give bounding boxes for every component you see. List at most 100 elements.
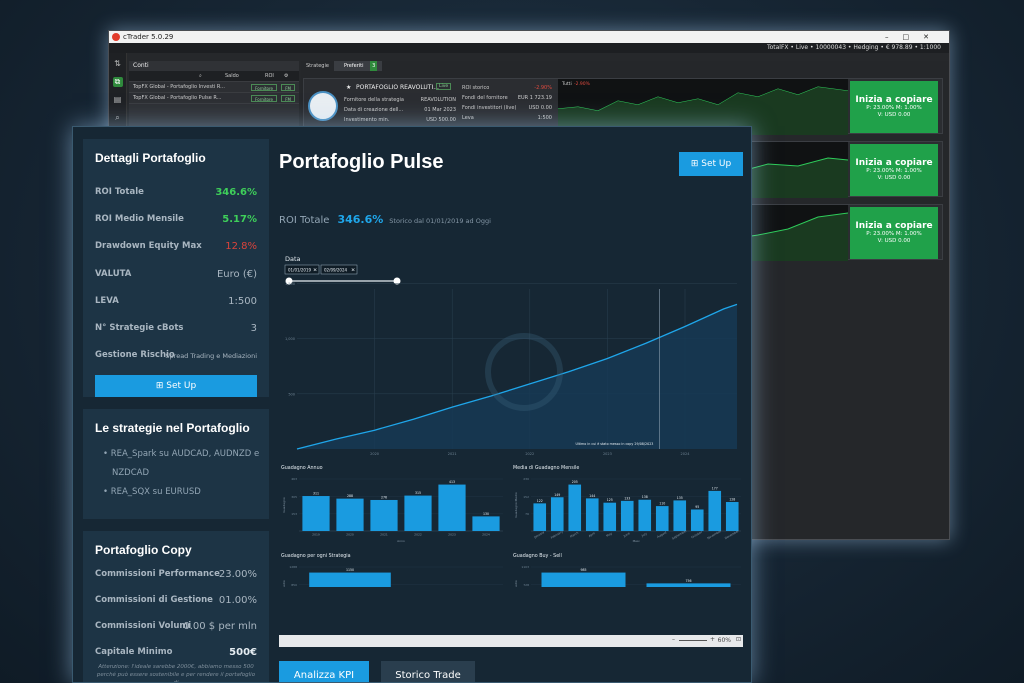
account-name: TopFX Global - Portafoglio Investi R... <box>133 84 225 90</box>
y-tick-label: 1103 <box>521 565 529 569</box>
bar-value-label: 413 <box>449 480 455 484</box>
zoom-in-icon[interactable]: + <box>710 636 715 643</box>
y-tick-label: 230 <box>523 477 529 481</box>
y-tick-label: 728 <box>523 583 529 587</box>
y-tick-label: 152 <box>523 495 529 499</box>
copy-icon[interactable]: ⧉ <box>112 77 123 87</box>
tab-preferiti[interactable]: Preferiti 3 <box>333 61 383 71</box>
account-tag: Fornitore <box>251 95 277 102</box>
copy-key: Capitale Minimo <box>95 647 173 657</box>
copy-button-label: Inizia a copiare <box>855 221 933 231</box>
bar-value-label: 144 <box>589 494 595 498</box>
strategies-box: Le strategie nel Portafoglio • REA_Spark… <box>83 409 269 519</box>
x-tick-label: 2019 <box>312 533 320 537</box>
avatar <box>308 91 338 121</box>
detail-key: Investimento min. <box>344 117 390 123</box>
bar-value-label: 311 <box>313 492 319 496</box>
accounts-search[interactable]: ⌕ Saldo ROI ⚙ <box>129 71 299 82</box>
bar <box>638 499 652 531</box>
setup-label: Set Up <box>701 159 732 169</box>
close-icon[interactable]: ✕ <box>351 268 355 274</box>
detail-value: Spread Trading e Mediazioni <box>165 352 257 360</box>
count-badge: 3 <box>370 61 378 71</box>
y-tick-label: 1,000 <box>285 337 295 341</box>
copy-row: Commissioni di Gestione 01.00% <box>95 595 257 607</box>
account-row[interactable]: TopFX Global - Portafoglio Pulse R... Fo… <box>129 93 299 104</box>
trade-icon[interactable]: ⇅ <box>113 59 123 69</box>
copy-key: Commissioni Volumi <box>95 621 192 631</box>
bar <box>603 502 617 531</box>
bar <box>541 572 626 587</box>
bar <box>690 509 704 531</box>
window-controls[interactable]: –□✕ <box>885 31 943 43</box>
chart-title: Guadagno per ogni Strategia <box>281 553 351 559</box>
bar-value-label: 985 <box>580 568 586 572</box>
copy-value: 0.00 $ per mln <box>183 621 257 632</box>
strategy-name: PORTAFOGLIO REAVOLUTI... <box>356 84 439 91</box>
y-axis-label: Guadagno Medio <box>514 580 518 587</box>
bar-value-label: 130 <box>483 512 489 516</box>
x-tick-label: 2021 <box>448 452 457 456</box>
analyze-kpi-button[interactable]: Analizza KPI <box>279 661 369 682</box>
account-row[interactable]: TopFX Global - Portafoglio Investi R... … <box>129 82 299 93</box>
detail-value: Euro (€) <box>216 269 257 280</box>
bar <box>568 484 582 531</box>
list-item: • REA_SQX su EURUSD <box>103 487 201 497</box>
copy-button-label: Inizia a copiare <box>855 95 933 105</box>
bar-value-label: 122 <box>537 499 543 503</box>
x-tick-label: June <box>622 531 631 538</box>
search-icon: ⌕ <box>199 73 202 79</box>
bar <box>309 572 391 587</box>
bar <box>550 497 564 531</box>
star-icon[interactable]: ★ <box>346 84 351 91</box>
start-copy-button[interactable]: Inizia a copiare P: 23.00% M: 1.00% V: U… <box>850 81 938 133</box>
account-tag: FM <box>281 84 295 91</box>
zoom-out-icon[interactable]: – <box>672 636 675 643</box>
detail-key: ROI Totale <box>95 187 144 197</box>
accounts-header: Conti <box>129 61 299 71</box>
main-setup-button[interactable]: ⊞ Set Up <box>679 152 743 176</box>
tab-strategie[interactable]: Strategie <box>301 61 334 71</box>
y-axis-label: Guadagno <box>282 497 286 513</box>
bar <box>404 495 432 531</box>
ctrader-tabs: Strategie Preferiti 3 <box>301 61 949 71</box>
account-tag: FM <box>281 95 295 102</box>
copy-box: Portafoglio Copy Commissioni Performance… <box>83 531 269 682</box>
gear-icon[interactable]: ⚙ <box>284 71 288 82</box>
strategy-item: NZDCAD <box>112 468 150 478</box>
chart-icon[interactable]: ▤ <box>113 95 123 105</box>
plus-square-icon: ⊞ <box>690 159 699 169</box>
detail-value: 5.17% <box>222 214 257 225</box>
copy-row: Commissioni Volumi 0.00 $ per mln <box>95 621 257 633</box>
detail-key: VALUTA <box>95 269 132 279</box>
trade-history-button[interactable]: Storico Trade <box>381 661 475 682</box>
col-balance: Saldo <box>225 73 239 79</box>
detail-row: LEVA 1:500 <box>95 296 257 308</box>
strategy-item: REA_SQX su EURUSD <box>110 487 201 497</box>
detail-value: REAVOLUTION <box>420 97 456 103</box>
bar <box>438 484 466 531</box>
details-setup-button[interactable]: ⊞ Set Up <box>95 375 257 397</box>
account-name: TopFX Global - Portafoglio Pulse R... <box>133 95 222 101</box>
equity-area-chart: 1,500 1,000 500 2020 2021 2022 2023 2024 Ultimo … <box>285 282 738 456</box>
x-tick-label: May <box>606 531 614 538</box>
bar-value-label: 128 <box>729 498 735 502</box>
search-icon[interactable]: ⌕ <box>113 113 123 123</box>
roi-summary: ROI Totale 346.6% Storico dal 01/01/2019 a… <box>279 213 491 226</box>
detail-value: USD 500.00 <box>426 117 456 123</box>
detail-value: -2.90% <box>534 85 552 91</box>
dashboard-charts: Data 01/01/2019 ✕ 02/09/2024 ✕ 1,500 1,00… <box>281 255 741 587</box>
window-titlebar: cTrader 5.0.29 –□✕ <box>109 31 949 43</box>
fit-page-icon[interactable]: ⊡ <box>736 636 741 643</box>
chart-title: Guadagno Annuo <box>281 465 323 471</box>
start-copy-button[interactable]: Inizia a copiare P: 23.00% M: 1.00% V: U… <box>850 144 938 196</box>
x-axis-label: Mesi <box>633 539 640 543</box>
chart-title: Media di Guadagno Mensile <box>513 465 579 471</box>
copy-fees: P: 23.00% M: 1.00% <box>866 231 922 237</box>
copy-row: Capitale Minimo 500€ <box>95 647 257 659</box>
copy-row: Commissioni Performance 23.00% <box>95 569 257 581</box>
zoom-slider[interactable] <box>679 640 707 641</box>
close-icon[interactable]: ✕ <box>313 268 317 274</box>
detail-key: LEVA <box>95 296 119 306</box>
start-copy-button[interactable]: Inizia a copiare P: 23.00% M: 1.00% V: U… <box>850 207 938 259</box>
